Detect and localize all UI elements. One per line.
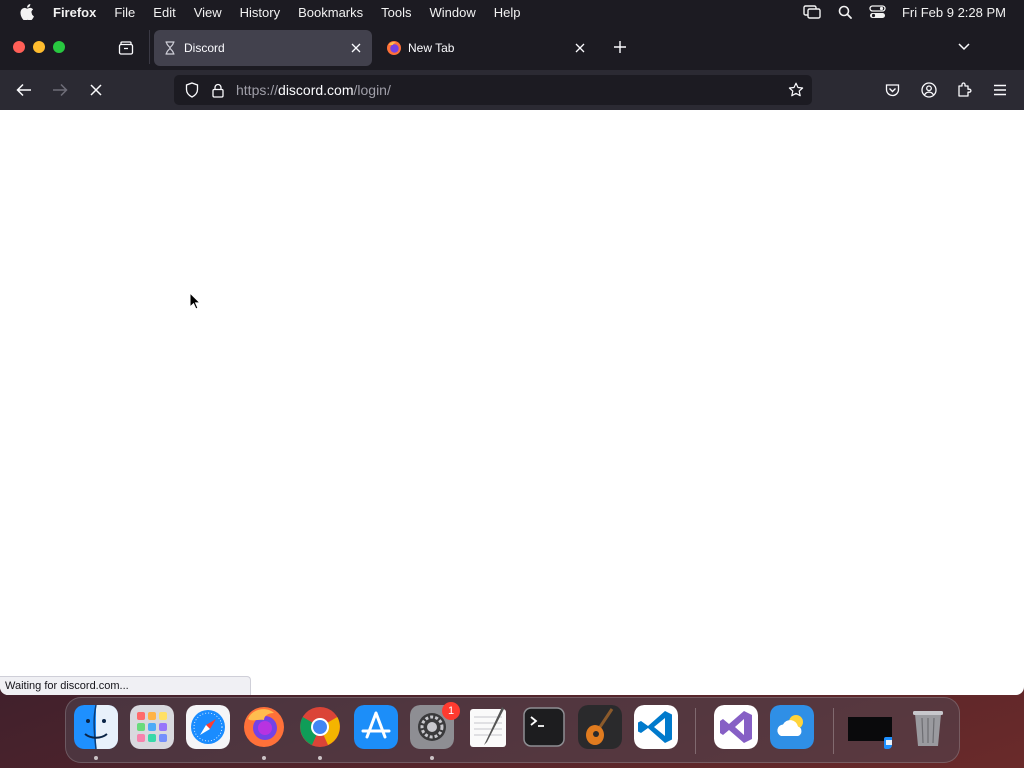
dock-separator: [695, 708, 696, 754]
pocket-icon[interactable]: [881, 79, 903, 101]
page-content[interactable]: Waiting for discord.com...: [0, 110, 1024, 695]
hamburger-menu-icon[interactable]: [989, 79, 1011, 101]
dock-garageband-icon[interactable]: [578, 705, 622, 749]
firefox-window: Discord New Tab https://discord.com/logi…: [0, 24, 1024, 695]
dock-separator: [833, 708, 834, 754]
dock-visual-studio-icon[interactable]: [714, 705, 758, 749]
account-icon[interactable]: [918, 79, 940, 101]
dock-trash-icon[interactable]: [906, 705, 950, 749]
running-indicator: [430, 756, 434, 760]
firefox-icon: [386, 40, 402, 56]
url-host: discord.com: [278, 82, 354, 98]
dock: 1: [65, 697, 960, 763]
menu-app-name[interactable]: Firefox: [53, 5, 96, 20]
dock-app-store-icon[interactable]: [354, 705, 398, 749]
lock-icon[interactable]: [208, 80, 228, 100]
menu-edit[interactable]: Edit: [153, 5, 175, 20]
control-center-icon[interactable]: [869, 3, 887, 21]
dock-weather-icon[interactable]: [770, 705, 814, 749]
mouse-pointer-icon: [189, 291, 202, 310]
window-minimize-button[interactable]: [33, 41, 45, 53]
status-panel: Waiting for discord.com...: [0, 676, 251, 695]
tab-label: New Tab: [408, 41, 455, 55]
extensions-puzzle-icon[interactable]: [953, 79, 975, 101]
running-indicator: [318, 756, 322, 760]
list-all-tabs-chevron-down-icon[interactable]: [954, 37, 974, 57]
url-text[interactable]: https://discord.com/login/: [236, 82, 391, 98]
menu-tools[interactable]: Tools: [381, 5, 411, 20]
tab-strip-divider: [149, 30, 150, 64]
tab-label: Discord: [184, 41, 225, 55]
window-zoom-button[interactable]: [53, 41, 65, 53]
tab-strip: Discord New Tab: [0, 24, 1024, 70]
url-path: /login/: [353, 82, 391, 98]
window-close-button[interactable]: [13, 41, 25, 53]
dock-terminal-icon[interactable]: [522, 705, 566, 749]
menu-bookmarks[interactable]: Bookmarks: [298, 5, 363, 20]
screen-mirroring-icon[interactable]: [803, 3, 821, 21]
hourglass-icon: [162, 40, 178, 56]
dock-firefox-icon[interactable]: [242, 705, 286, 749]
tab-discord[interactable]: Discord: [154, 30, 372, 66]
navigation-toolbar: https://discord.com/login/: [0, 70, 1024, 110]
menubar-clock[interactable]: Fri Feb 9 2:28 PM: [902, 5, 1006, 20]
url-bar[interactable]: https://discord.com/login/: [174, 75, 812, 105]
url-scheme: https://: [236, 82, 279, 98]
dock-finder-icon[interactable]: [74, 705, 118, 749]
dock-chrome-icon[interactable]: [298, 705, 342, 749]
dock-textedit-icon[interactable]: [466, 705, 510, 749]
close-tab-icon[interactable]: [570, 38, 590, 58]
menu-bar: Firefox File Edit View History Bookmarks…: [0, 0, 1024, 24]
bookmark-star-icon[interactable]: [786, 80, 806, 100]
menu-window[interactable]: Window: [430, 5, 476, 20]
menu-file[interactable]: File: [114, 5, 135, 20]
back-arrow-icon[interactable]: [13, 79, 35, 101]
dock-launchpad-icon[interactable]: [130, 705, 174, 749]
tracking-protection-shield-icon[interactable]: [182, 80, 202, 100]
stop-loading-icon[interactable]: [85, 79, 107, 101]
new-tab-button[interactable]: [610, 37, 630, 57]
dock-vscode-icon[interactable]: [634, 705, 678, 749]
dock-safari-icon[interactable]: [186, 705, 230, 749]
forward-arrow-icon[interactable]: [49, 79, 71, 101]
close-tab-icon[interactable]: [346, 38, 366, 58]
menu-history[interactable]: History: [240, 5, 280, 20]
menu-view[interactable]: View: [194, 5, 222, 20]
apple-menu-icon[interactable]: [17, 2, 37, 22]
dock-screen-thumbnail-icon[interactable]: [848, 705, 892, 749]
running-indicator: [262, 756, 266, 760]
running-indicator: [94, 756, 98, 760]
spotlight-search-icon[interactable]: [836, 3, 854, 21]
menu-help[interactable]: Help: [494, 5, 521, 20]
firefox-view-icon[interactable]: [116, 38, 136, 58]
notification-badge: 1: [442, 702, 460, 720]
tab-new-tab[interactable]: New Tab: [378, 30, 596, 66]
